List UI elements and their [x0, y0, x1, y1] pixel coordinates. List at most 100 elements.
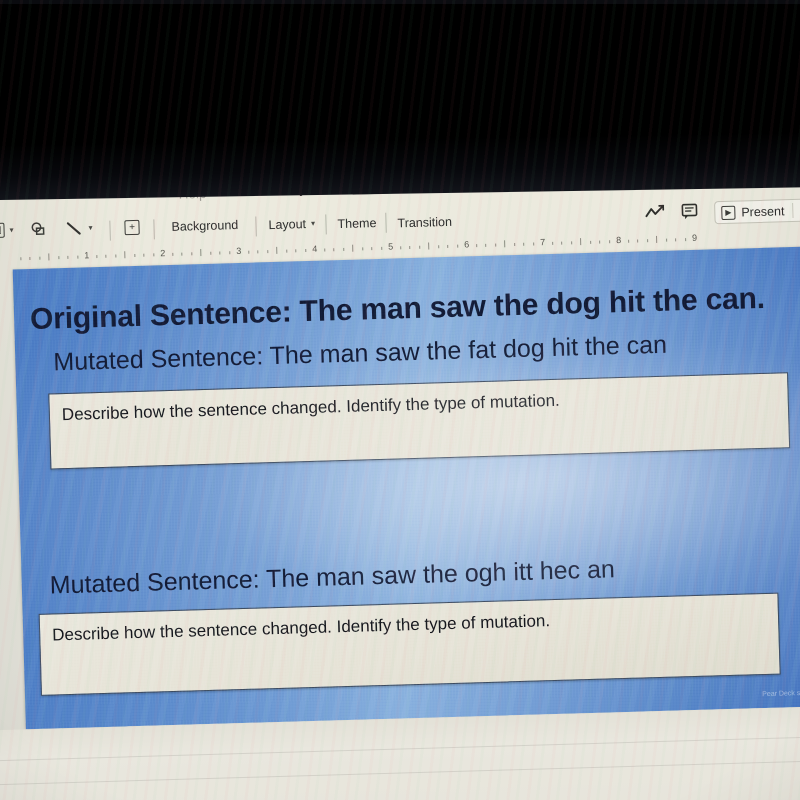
ruler-tick	[361, 247, 363, 251]
curve-tool[interactable]	[29, 220, 48, 239]
shape-icon: ▣	[0, 222, 5, 239]
ruler-tick	[333, 248, 335, 252]
answer-box-2[interactable]: Describe how the sentence changed. Ident…	[38, 592, 781, 696]
ruler-tick	[143, 253, 145, 257]
toolbar-divider	[385, 212, 387, 233]
background-label: Background	[171, 217, 239, 234]
mutated-sentence-2[interactable]: Mutated Sentence: The man saw the ogh it…	[49, 555, 615, 600]
ruler-number: 9	[691, 232, 698, 243]
ruler-tick	[475, 244, 477, 248]
ruler-tick	[19, 257, 21, 261]
ruler-tick	[285, 249, 287, 253]
ruler-number: 1	[84, 250, 90, 261]
ruler-tick	[504, 240, 506, 248]
ruler-number: 2	[160, 248, 166, 259]
ruler-tick	[428, 242, 430, 250]
ruler-tick	[171, 252, 173, 256]
ruler-tick	[29, 256, 31, 260]
background-button[interactable]: Background	[171, 218, 238, 234]
theme-button[interactable]: Theme	[337, 216, 376, 231]
ruler-tick	[152, 253, 154, 257]
chevron-down-icon[interactable]: ▾	[88, 223, 92, 232]
ruler-tick	[200, 249, 202, 257]
toolbar-divider	[109, 220, 111, 241]
ruler-tick	[190, 252, 192, 256]
ruler-tick	[665, 238, 667, 242]
screen-bezel-top	[0, 0, 800, 200]
ruler-tick	[646, 239, 648, 243]
theme-label: Theme	[337, 215, 377, 232]
answer-box-1[interactable]: Describe how the sentence changed. Ident…	[48, 372, 791, 470]
ruler-tick	[656, 235, 658, 243]
line-tool[interactable]: ▾	[65, 220, 93, 237]
ruler-number: 6	[464, 239, 470, 250]
ruler-tick	[523, 242, 525, 246]
ruler-tick	[57, 256, 59, 260]
ruler-tick	[219, 251, 221, 255]
text-box-tool[interactable]: +	[124, 219, 140, 236]
ruler-tick	[627, 239, 629, 243]
ruler-tick	[266, 250, 268, 254]
ruler-tick	[409, 246, 411, 250]
ruler-tick	[447, 244, 449, 248]
layout-label: Layout	[268, 217, 307, 233]
ruler-tick	[437, 245, 439, 249]
ruler-number: 7	[539, 237, 546, 248]
ruler-tick	[114, 254, 116, 258]
ruler-tick	[570, 241, 572, 245]
ruler-tick	[580, 238, 582, 246]
ruler-number: 8	[615, 234, 622, 246]
ruler-tick	[38, 256, 40, 260]
slide-canvas[interactable]: Original Sentence: The man saw the dog h…	[12, 246, 800, 730]
ruler-tick	[133, 253, 135, 257]
toolbar-divider	[153, 219, 155, 240]
ruler-tick	[228, 251, 230, 255]
ruler-tick	[95, 255, 97, 259]
photographed-screen: Help Accessibility Last edit was 2 minut…	[0, 0, 800, 800]
ruler-tick	[551, 241, 553, 245]
notes-divider	[0, 734, 800, 762]
ruler-tick	[637, 239, 639, 243]
ruler-tick	[257, 250, 259, 254]
slide-watermark: Pear Deck slide	[762, 689, 800, 699]
mutated-sentence-1[interactable]: Mutated Sentence: The man saw the fat do…	[53, 331, 667, 378]
ruler-tick	[589, 240, 591, 244]
ruler-tick	[380, 246, 382, 250]
ruler-tick	[352, 244, 354, 252]
text-box-icon: +	[124, 219, 140, 236]
shape-tool[interactable]: ▣ ▾	[0, 222, 14, 239]
answer-box-2-prompt: Describe how the sentence changed. Ident…	[51, 611, 551, 645]
ruler-tick	[76, 255, 78, 259]
ruler-tick	[67, 255, 69, 259]
trend-line-icon[interactable]	[645, 204, 666, 226]
ruler-tick	[532, 242, 534, 246]
present-button[interactable]: ▶ Present ▾	[714, 198, 800, 225]
chevron-down-icon[interactable]: ▾	[9, 225, 13, 234]
notes-divider	[0, 758, 800, 786]
ruler-tick	[675, 238, 677, 242]
toolbar-divider	[255, 216, 257, 237]
ruler-tick	[561, 241, 563, 245]
ruler-number: 3	[236, 245, 242, 257]
screen-content: Help Accessibility Last edit was 2 minut…	[0, 157, 800, 800]
transition-button[interactable]: Transition	[397, 215, 452, 231]
comment-icon[interactable]	[681, 202, 699, 224]
toolbar-right-cluster: ▶ Present ▾ Share	[645, 194, 800, 229]
ruler-tick	[494, 243, 496, 247]
ruler-tick	[485, 243, 487, 247]
present-play-icon: ▶	[721, 205, 736, 220]
ruler-tick	[295, 249, 297, 253]
ruler-tick	[209, 251, 211, 255]
ruler-number: 4	[312, 243, 318, 254]
curve-shape-icon	[31, 222, 45, 236]
ruler-tick	[105, 254, 107, 258]
chevron-down-icon[interactable]: ▾	[311, 219, 315, 228]
ruler-tick	[247, 250, 249, 254]
ruler-tick	[599, 240, 601, 244]
screen-bezel-bottom	[0, 0, 800, 4]
toolbar-divider	[325, 214, 327, 235]
ruler-tick	[371, 247, 373, 251]
layout-button[interactable]: Layout ▾	[268, 217, 315, 232]
ruler-tick	[608, 240, 610, 244]
slide-title[interactable]: Original Sentence: The man saw the dog h…	[30, 281, 800, 337]
